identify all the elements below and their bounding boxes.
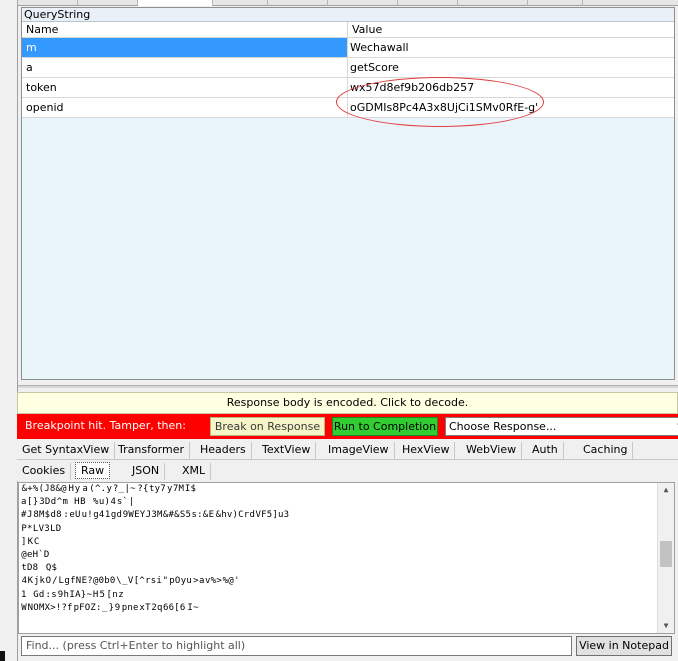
raw-line: #J8M$d8:eUu!g4… [21, 509, 657, 522]
scroll-up-icon[interactable]: ▲ [658, 483, 674, 497]
tab-xml[interactable]: XML [177, 463, 211, 480]
grid-header: Name Value [22, 22, 674, 38]
param-name[interactable]: a [22, 58, 348, 77]
top-tab-2[interactable] [78, 0, 138, 6]
run-to-completion-button[interactable]: Run to Completion [332, 417, 438, 436]
top-tab-3[interactable] [138, 0, 213, 6]
table-row[interactable]: a getScore [22, 58, 674, 78]
tab-cookies[interactable]: Cookies [17, 463, 71, 480]
left-panel-edge [0, 0, 18, 661]
querystring-title: QueryString [22, 8, 674, 22]
splitter[interactable] [18, 385, 678, 388]
scroll-thumb[interactable] [660, 541, 672, 567]
tab-imageview[interactable]: ImageView [323, 442, 395, 459]
top-tab-strip [18, 0, 678, 6]
find-bar: Find... (press Ctrl+Enter to highlight a… [18, 636, 678, 658]
raw-line: 4KjkO/LgfNE?@0b0… [21, 575, 657, 588]
raw-lines: &+%(J8&@Hya… [21, 483, 657, 615]
top-tab-1[interactable] [18, 0, 78, 6]
param-value[interactable]: wx57d8ef9b206db257 [348, 78, 674, 97]
column-header-name[interactable]: Name [22, 22, 348, 37]
column-header-value[interactable]: Value [348, 22, 674, 37]
param-value[interactable]: getScore [348, 58, 674, 77]
param-value[interactable]: oGDMIs8Pc4A3x8UjCi1SMv0RfE-g' [348, 98, 674, 117]
raw-line: 1 Gd:s9hIA}~H… [21, 589, 657, 602]
raw-line: &+%(J8&@Hya… [21, 483, 657, 496]
breakpoint-label: Breakpoint hit. Tamper, then: [25, 419, 186, 432]
raw-line: tD8 Q$ [21, 562, 657, 575]
querystring-panel: QueryString Name Value m Wechawall a get… [21, 7, 675, 380]
tab-raw[interactable]: Raw [75, 462, 110, 479]
raw-line: ]KC [21, 536, 657, 549]
raw-line: a[}3Dd^m HB %u)… [21, 496, 657, 509]
top-tab-6[interactable] [328, 0, 398, 6]
top-tab-5[interactable] [268, 0, 328, 6]
choose-response-value: Choose Response... [449, 420, 556, 433]
top-tab-8[interactable] [458, 0, 528, 6]
raw-line: P*LV3LD [21, 523, 657, 536]
scroll-down-icon[interactable]: ▼ [658, 619, 674, 633]
top-tab-7[interactable] [398, 0, 458, 6]
view-in-notepad-button[interactable]: View in Notepad [576, 636, 672, 656]
table-row[interactable]: token wx57d8ef9b206db257 [22, 78, 674, 98]
raw-line: @eH`D [21, 549, 657, 562]
response-tabs-row-2: Cookies Raw JSON XML [17, 460, 217, 481]
param-name[interactable]: openid [22, 98, 348, 117]
param-name[interactable]: token [22, 78, 348, 97]
response-tabs-row-1: Get SyntaxView Transformer Headers TextV… [17, 439, 678, 460]
param-value[interactable]: Wechawall [348, 38, 674, 57]
raw-response-body[interactable]: &+%(J8&@Hya… [18, 482, 675, 634]
top-tab-4[interactable] [213, 0, 268, 6]
edge-mark [0, 651, 5, 661]
tab-auth[interactable]: Auth [527, 442, 564, 459]
tab-hexview[interactable]: HexView [397, 442, 455, 459]
tab-headers[interactable]: Headers [195, 442, 252, 459]
raw-line: WNOMX>!?fpFOZ:_}9… [21, 602, 657, 615]
choose-response-dropdown[interactable]: Choose Response... ▼ [445, 417, 678, 436]
decode-notice[interactable]: Response body is encoded. Click to decod… [17, 392, 678, 414]
param-name[interactable]: m [22, 38, 348, 57]
tab-textview[interactable]: TextView [257, 442, 316, 459]
table-row[interactable]: m Wechawall [22, 38, 674, 58]
top-tab-9[interactable] [528, 0, 583, 6]
tab-webview[interactable]: WebView [461, 442, 522, 459]
tab-caching[interactable]: Caching [578, 442, 633, 459]
vertical-scrollbar[interactable]: ▲ ▼ [657, 483, 674, 633]
table-row[interactable]: openid oGDMIs8Pc4A3x8UjCi1SMv0RfE-g' [22, 98, 674, 118]
break-on-response-button[interactable]: Break on Response [210, 417, 325, 436]
find-input[interactable]: Find... (press Ctrl+Enter to highlight a… [21, 636, 572, 656]
breakpoint-bar: Breakpoint hit. Tamper, then: Break on R… [17, 414, 678, 439]
tab-transformer[interactable]: Transformer [113, 442, 190, 459]
tab-json[interactable]: JSON [127, 463, 165, 480]
tab-get-syntaxview[interactable]: Get SyntaxView [17, 442, 115, 459]
